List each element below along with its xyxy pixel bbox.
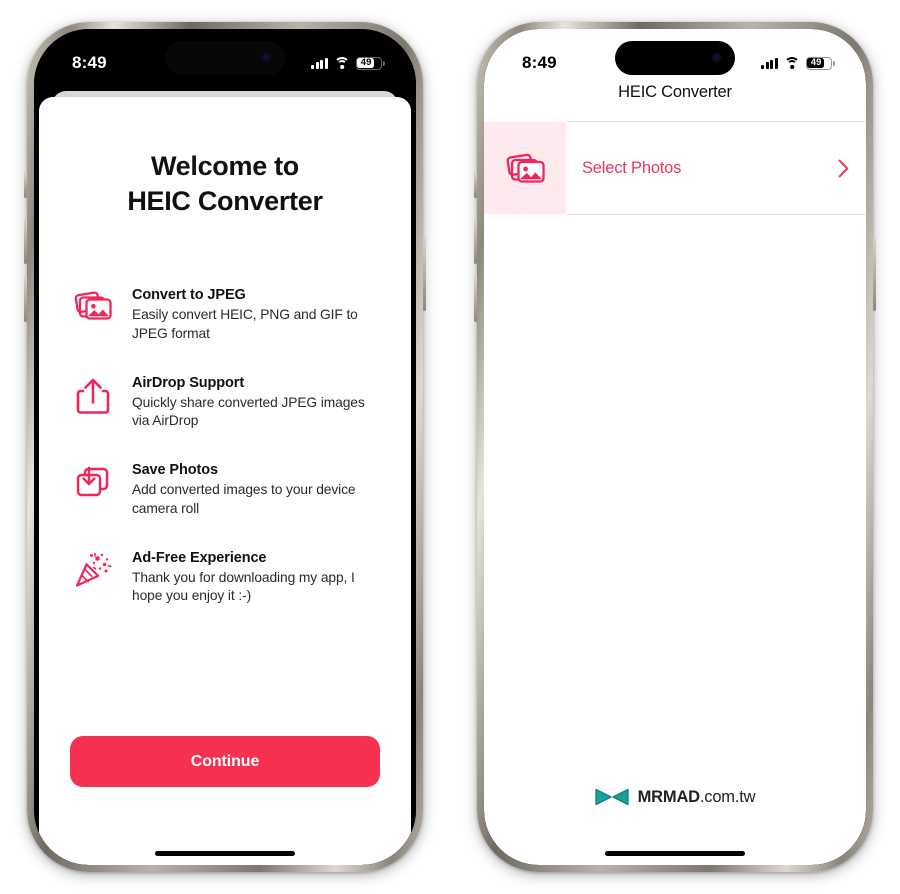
battery-icon: 49 bbox=[806, 56, 835, 70]
volume-up-button[interactable] bbox=[24, 218, 27, 264]
mrmad-bowtie-logo bbox=[594, 788, 629, 806]
status-time: 8:49 bbox=[522, 53, 557, 72]
battery-icon: 49 bbox=[356, 56, 385, 70]
feature-description: Easily convert HEIC, PNG and GIF to JPEG… bbox=[132, 307, 358, 341]
home-indicator[interactable] bbox=[605, 851, 745, 856]
feature-text: Save Photos Add converted images to your… bbox=[132, 461, 379, 519]
right-phone-bezel: 8:49 49 HEIC Converter Select Photos MRM… bbox=[484, 29, 866, 865]
power-button[interactable] bbox=[873, 237, 876, 311]
watermark-domain: .com.tw bbox=[699, 787, 756, 806]
wifi-icon bbox=[784, 57, 800, 69]
share-export-icon bbox=[71, 374, 115, 416]
watermark-brand: MRMAD bbox=[637, 787, 700, 806]
watermark: MRMAD.com.tw bbox=[484, 785, 866, 809]
welcome-line-2: HEIC Converter bbox=[127, 185, 323, 216]
mute-button[interactable] bbox=[474, 172, 477, 198]
battery-level-text: 49 bbox=[360, 57, 372, 69]
photo-stack-icon bbox=[71, 286, 115, 322]
front-camera-icon bbox=[262, 53, 272, 63]
volume-down-button[interactable] bbox=[474, 276, 477, 322]
dynamic-island bbox=[615, 41, 735, 75]
onboarding-sheet: Welcome to HEIC Converter Convert to JPE… bbox=[39, 97, 411, 865]
status-indicators: 49 bbox=[310, 56, 385, 70]
feature-text: Ad-Free Experience Thank you for downloa… bbox=[132, 549, 379, 607]
welcome-line-1: Welcome to bbox=[150, 151, 300, 181]
watermark-text: MRMAD.com.tw bbox=[638, 788, 756, 807]
status-time: 8:49 bbox=[72, 53, 107, 72]
dynamic-island bbox=[165, 41, 285, 75]
party-popper-icon bbox=[71, 549, 115, 589]
feature-title: AirDrop Support bbox=[132, 374, 245, 391]
status-indicators: 49 bbox=[760, 56, 835, 70]
feature-item-convert-to-jpeg: Convert to JPEG Easily convert HEIC, PNG… bbox=[71, 286, 379, 344]
nav-bar-title: HEIC Converter bbox=[618, 83, 732, 101]
feature-description: Thank you for downloading my app, I hope… bbox=[132, 569, 355, 604]
feature-title: Ad-Free Experience bbox=[132, 549, 267, 566]
power-button[interactable] bbox=[423, 237, 426, 311]
left-phone-device: 8:49 49 Welcome to HEIC Converter Conver… bbox=[24, 22, 426, 872]
volume-down-button[interactable] bbox=[24, 276, 27, 322]
cellular-bars-icon bbox=[310, 57, 328, 69]
photo-stack-icon-tile bbox=[484, 122, 566, 214]
wifi-icon bbox=[334, 57, 350, 69]
feature-title: Convert to JPEG bbox=[132, 287, 246, 304]
feature-text: Convert to JPEG Easily convert HEIC, PNG… bbox=[132, 286, 379, 344]
front-camera-icon bbox=[712, 53, 722, 63]
right-phone-screen: 8:49 49 HEIC Converter Select Photos MRM… bbox=[484, 29, 866, 865]
right-phone-device: 8:49 49 HEIC Converter Select Photos MRM… bbox=[474, 22, 876, 872]
mute-button[interactable] bbox=[24, 172, 27, 198]
feature-description: Quickly share converted JPEG images via … bbox=[132, 394, 365, 429]
feature-description: Add converted images to your device came… bbox=[132, 482, 356, 516]
page-title: Welcome to HEIC Converter bbox=[39, 149, 411, 218]
cellular-bars-icon bbox=[760, 57, 778, 69]
download-stack-icon bbox=[71, 461, 115, 501]
photo-stack-icon bbox=[506, 153, 545, 183]
row-separator bbox=[566, 214, 866, 215]
feature-item-ad-free-experience: Ad-Free Experience Thank you for downloa… bbox=[71, 549, 379, 607]
continue-button[interactable]: Continue bbox=[70, 736, 380, 787]
feature-list: Convert to JPEG Easily convert HEIC, PNG… bbox=[39, 286, 411, 606]
feature-item-airdrop-support: AirDrop Support Quickly share converted … bbox=[71, 374, 379, 432]
feature-text: AirDrop Support Quickly share converted … bbox=[132, 374, 379, 432]
chevron-right-icon bbox=[820, 159, 866, 178]
battery-level-text: 49 bbox=[810, 57, 822, 69]
cta-container: Continue bbox=[39, 736, 411, 865]
left-phone-screen: 8:49 49 Welcome to HEIC Converter Conver… bbox=[34, 29, 416, 865]
select-photos-row[interactable]: Select Photos bbox=[484, 122, 866, 214]
feature-item-save-photos: Save Photos Add converted images to your… bbox=[71, 461, 379, 519]
screenshot-canvas: 8:49 49 Welcome to HEIC Converter Conver… bbox=[0, 0, 900, 894]
select-photos-label: Select Photos bbox=[582, 158, 682, 177]
left-phone-bezel: 8:49 49 Welcome to HEIC Converter Conver… bbox=[34, 29, 416, 865]
feature-title: Save Photos bbox=[132, 462, 218, 479]
volume-up-button[interactable] bbox=[474, 218, 477, 264]
home-indicator[interactable] bbox=[155, 851, 295, 856]
